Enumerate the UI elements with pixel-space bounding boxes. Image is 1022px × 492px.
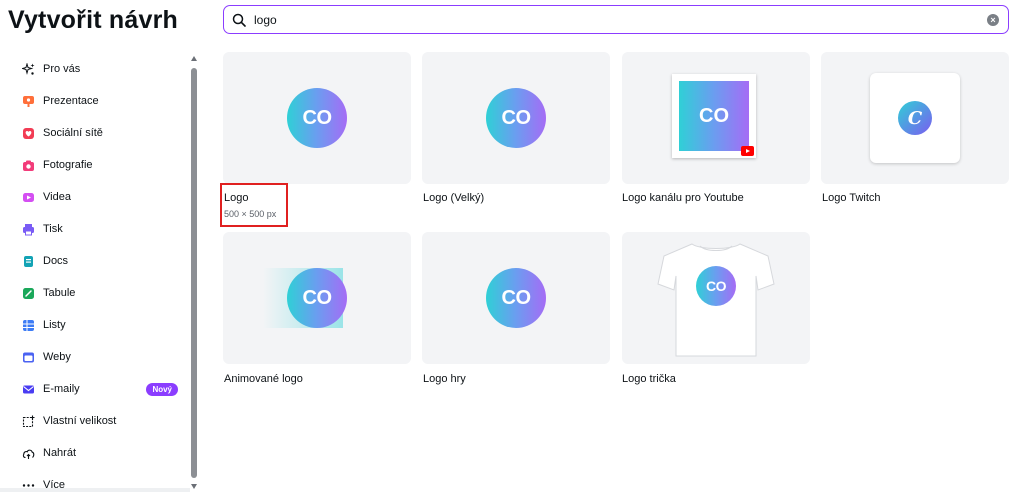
- result-card-label[interactable]: Logo trička: [622, 373, 676, 385]
- sidebar-item-prezentace[interactable]: Prezentace: [22, 91, 180, 111]
- sidebar-item-vlastni-velikost[interactable]: Vlastní velikost: [22, 411, 180, 431]
- result-card-animovane-logo[interactable]: CO: [223, 232, 411, 364]
- sidebar-item-e-maily[interactable]: E-maily Nový: [22, 379, 180, 399]
- result-card-logo-tricka[interactable]: CO: [622, 232, 810, 364]
- result-card-logo-velky[interactable]: CO: [422, 52, 610, 184]
- sidebar-item-tisk[interactable]: Tisk: [22, 219, 180, 239]
- co-logo-icon: CO: [287, 268, 347, 328]
- result-card-twitch-logo[interactable]: C: [821, 52, 1009, 184]
- search-input[interactable]: logo: [254, 13, 987, 27]
- selection-highlight: [220, 183, 288, 227]
- sidebar-item-label: Tisk: [43, 223, 63, 235]
- sidebar-item-label: E-maily: [43, 383, 80, 395]
- sidebar-item-nahrat[interactable]: Nahrát: [22, 443, 180, 463]
- sidebar-item-label: Sociální sítě: [43, 127, 103, 139]
- sidebar-item-weby[interactable]: Weby: [22, 347, 180, 367]
- email-icon: [22, 383, 35, 396]
- heart-icon: [22, 127, 35, 140]
- printer-icon: [22, 223, 35, 236]
- sidebar-item-socialni-site[interactable]: Sociální sítě: [22, 123, 180, 143]
- sidebar-item-label: Videa: [43, 191, 71, 203]
- sidebar-item-videa[interactable]: Videa: [22, 187, 180, 207]
- website-icon: [22, 351, 35, 364]
- youtube-icon: [741, 146, 754, 156]
- sidebar-item-label: Fotografie: [43, 159, 93, 171]
- sidebar-item-label: Nahrát: [43, 447, 77, 459]
- search-icon: [232, 13, 246, 27]
- search-bar[interactable]: logo ×: [223, 5, 1009, 34]
- sidebar-item-label: Docs: [43, 255, 69, 267]
- co-logo-icon: CO: [486, 88, 546, 148]
- sidebar-item-label: Prezentace: [43, 95, 99, 107]
- twitch-thumbnail: C: [870, 73, 960, 163]
- page-title: Vytvořit návrh: [8, 6, 178, 34]
- upload-icon: [22, 447, 35, 460]
- co-logo-icon: CO: [287, 88, 347, 148]
- youtube-thumbnail: CO: [672, 74, 756, 158]
- sidebar-bottom-fade: [0, 488, 190, 492]
- scroll-down-arrow-icon[interactable]: [191, 484, 197, 489]
- sidebar-item-label: Vlastní velikost: [43, 415, 117, 427]
- presentation-icon: [22, 95, 35, 108]
- co-logo-icon: CO: [679, 81, 749, 151]
- result-card-logo-hry[interactable]: CO: [422, 232, 610, 364]
- sidebar-item-docs[interactable]: Docs: [22, 251, 180, 271]
- sidebar-item-label: Weby: [43, 351, 71, 363]
- sparkle-icon: [22, 62, 35, 76]
- doc-icon: [22, 255, 35, 268]
- scrollbar-thumb[interactable]: [191, 68, 197, 478]
- new-badge: Nový: [146, 383, 178, 396]
- result-card-logo[interactable]: CO: [223, 52, 411, 184]
- sidebar: Pro vás Prezentace Sociální sítě Fotogra…: [0, 52, 200, 492]
- sidebar-item-pro-vas[interactable]: Pro vás: [22, 59, 180, 79]
- co-logo-icon: CO: [486, 268, 546, 328]
- sidebar-item-label: Tabule: [43, 287, 76, 299]
- sidebar-scrollbar[interactable]: [190, 52, 199, 492]
- video-icon: [22, 191, 35, 204]
- camera-icon: [22, 159, 35, 172]
- scroll-up-arrow-icon[interactable]: [191, 56, 197, 61]
- result-card-label[interactable]: Logo kanálu pro Youtube: [622, 192, 744, 204]
- sidebar-item-label: Pro vás: [43, 63, 81, 75]
- result-card-youtube-logo[interactable]: CO: [622, 52, 810, 184]
- custom-size-icon: [22, 415, 35, 428]
- canva-c-logo-icon: C: [898, 101, 932, 135]
- result-card-label[interactable]: Logo hry: [423, 373, 466, 385]
- result-card-label[interactable]: Logo (Velký): [423, 192, 484, 204]
- whiteboard-icon: [22, 287, 35, 300]
- co-logo-icon: CO: [696, 266, 736, 306]
- clear-icon[interactable]: ×: [987, 13, 999, 26]
- sidebar-item-fotografie[interactable]: Fotografie: [22, 155, 180, 175]
- sheet-icon: [22, 319, 35, 332]
- sidebar-item-listy[interactable]: Listy: [22, 315, 180, 335]
- result-card-label[interactable]: Logo Twitch: [822, 192, 881, 204]
- sidebar-item-label: Listy: [43, 319, 66, 331]
- result-card-label[interactable]: Animované logo: [224, 373, 303, 385]
- sidebar-item-tabule[interactable]: Tabule: [22, 283, 180, 303]
